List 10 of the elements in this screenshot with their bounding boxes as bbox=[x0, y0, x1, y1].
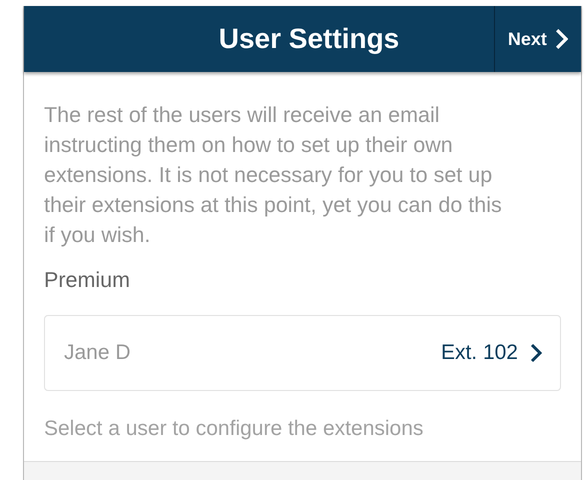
hint-text: Select a user to configure the extensions bbox=[44, 417, 424, 441]
chevron-right-icon bbox=[530, 343, 542, 363]
extension-label: Ext. 102 bbox=[440, 341, 518, 365]
section-label: Premium bbox=[44, 268, 132, 293]
chevron-right-icon bbox=[554, 28, 568, 50]
intro-text: The rest of the users will receive an email instructing them on how to set up their own extensions. It is not necessary for you to set up their extensions at this point, yet you can do this if you wish. bbox=[44, 102, 503, 249]
user-row[interactable]: Jane D Ext. 102 bbox=[44, 315, 561, 391]
user-name: Jane D bbox=[64, 341, 132, 365]
next-button[interactable]: Next bbox=[494, 6, 581, 72]
page-title: User Settings bbox=[218, 23, 400, 55]
